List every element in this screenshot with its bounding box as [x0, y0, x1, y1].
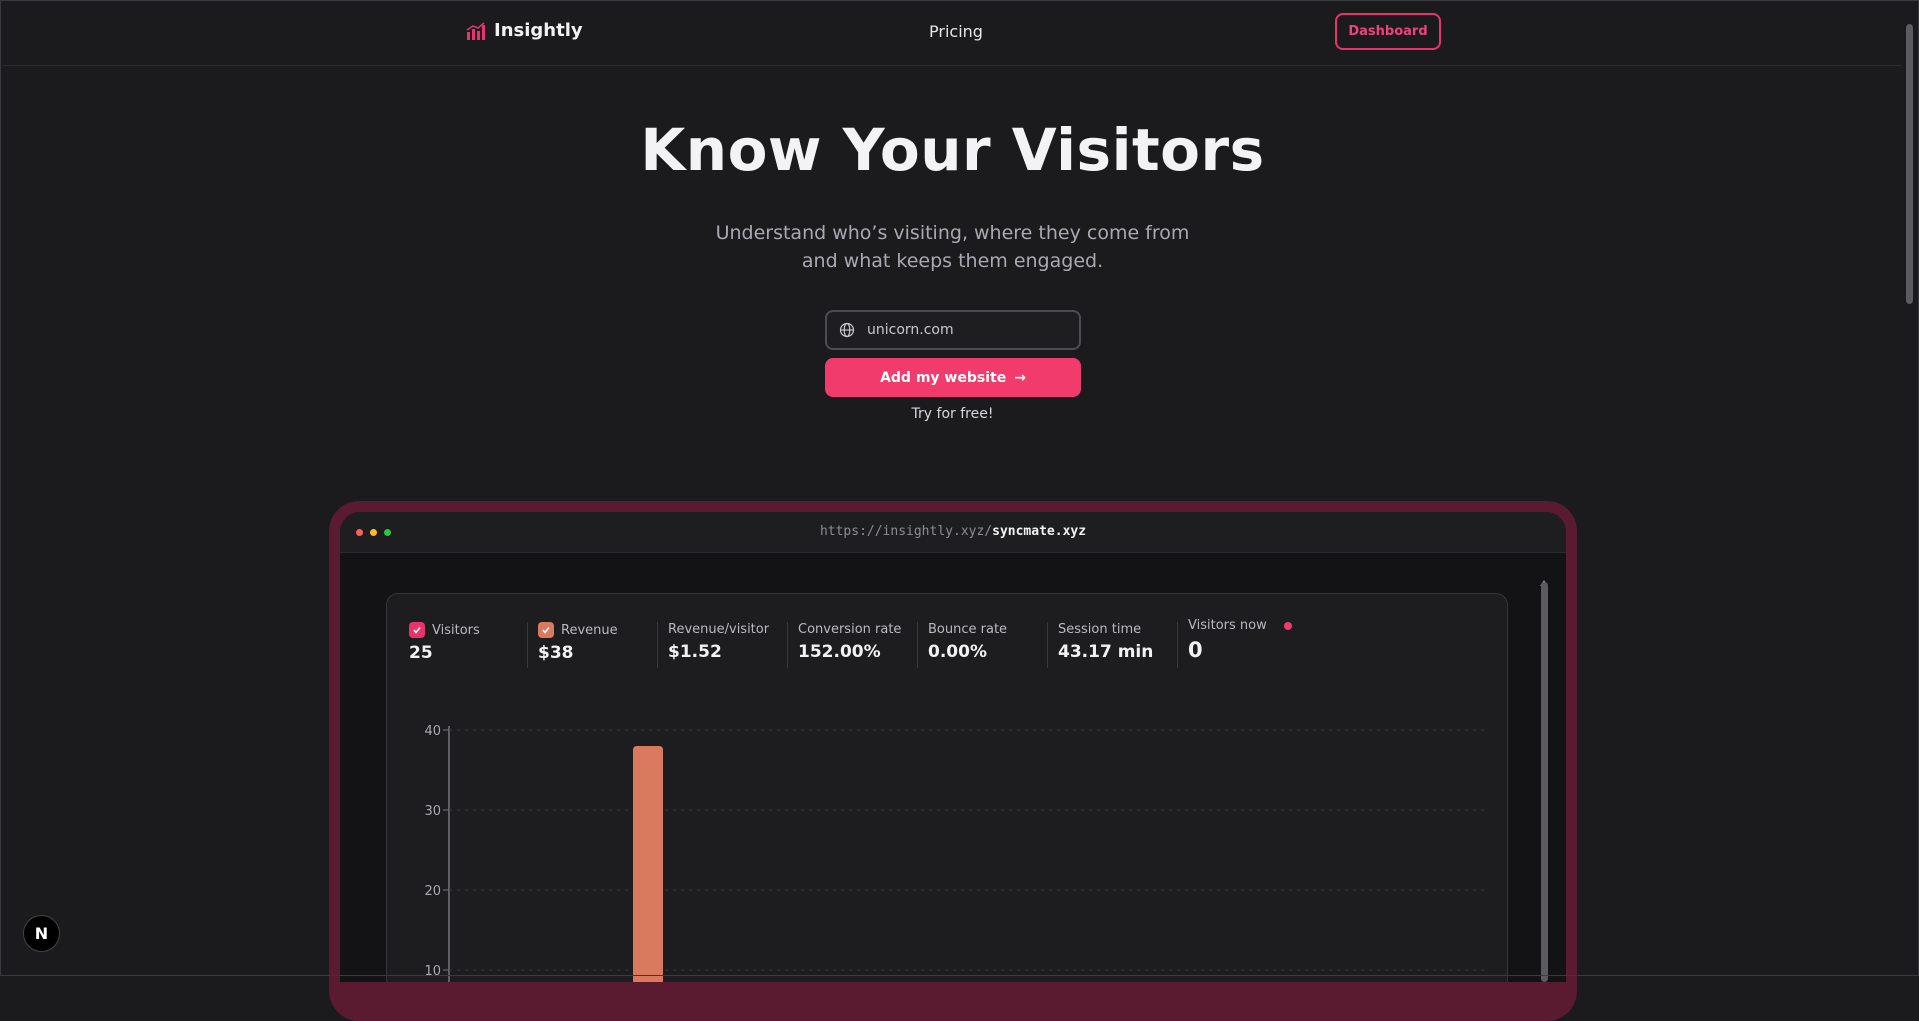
- stat-label: Revenue/visitor: [668, 622, 770, 637]
- divider: [917, 622, 918, 668]
- hero-subtitle-line1: Understand who’s visiting, where they co…: [715, 222, 1190, 244]
- page-title: Know Your Visitors: [640, 116, 1265, 184]
- add-website-button[interactable]: Add my website →: [825, 358, 1081, 397]
- visitors-revenue-chart: 40 30 20 10: [424, 724, 1485, 982]
- stat-revenue-per-visitor: Revenue/visitor $1.52: [668, 622, 769, 662]
- url-site: syncmate.xyz: [992, 524, 1087, 539]
- stat-value: $1.52: [668, 642, 722, 662]
- stat-value: 43.17 min: [1058, 642, 1154, 662]
- page-scroll-thumb[interactable]: [1906, 24, 1913, 304]
- add-website-label: Add my website: [880, 369, 1007, 386]
- website-input[interactable]: [865, 321, 1069, 339]
- y-tick-label: 40: [424, 724, 441, 739]
- dashboard-button[interactable]: Dashboard: [1335, 13, 1441, 50]
- stat-value: 25: [409, 643, 433, 663]
- browser-preview: https://insightly.xyz/syncmate.xyz Visit…: [340, 512, 1566, 982]
- analytics-card: Visitors 25 Revenue $38 Revenue/visitor …: [386, 593, 1508, 982]
- website-input-wrapper[interactable]: [825, 310, 1081, 350]
- top-nav: Insightly Pricing Dashboard: [3, 0, 1901, 66]
- brand-name: Insightly: [494, 20, 583, 41]
- divider: [527, 622, 528, 668]
- arrow-right-icon: →: [1014, 369, 1026, 386]
- stat-value: 0.00%: [928, 642, 987, 662]
- globe-icon: [839, 322, 855, 338]
- brand[interactable]: Insightly: [466, 20, 583, 41]
- stat-visitors[interactable]: Visitors 25: [409, 622, 480, 663]
- next-dev-badge[interactable]: N: [23, 915, 60, 952]
- live-indicator-icon: [1283, 621, 1292, 630]
- divider: [1177, 622, 1178, 668]
- stat-value: 152.00%: [798, 642, 881, 662]
- y-tick-label: 20: [424, 884, 441, 899]
- stat-label: Bounce rate: [928, 622, 1008, 637]
- divider: [1047, 622, 1048, 668]
- divider: [657, 622, 658, 668]
- stat-value: 0: [1188, 638, 1203, 662]
- stat-label: Visitors now: [1188, 618, 1267, 633]
- stat-session-time: Session time 43.17 min: [1058, 622, 1153, 662]
- checkbox-icon[interactable]: [409, 622, 425, 638]
- url-prefix: https://insightly.xyz/: [819, 524, 993, 539]
- stat-label: Visitors: [432, 622, 480, 638]
- stat-label: Revenue: [561, 622, 618, 638]
- stat-value: $38: [538, 643, 574, 663]
- stat-label: Conversion rate: [798, 622, 902, 637]
- revenue-bar[interactable]: [633, 746, 663, 982]
- y-tick-label: 10: [424, 964, 441, 979]
- preview-scroll-thumb[interactable]: [1541, 582, 1548, 982]
- browser-bar: https://insightly.xyz/syncmate.xyz: [340, 512, 1566, 553]
- hero-subtitle-line2: and what keeps them engaged.: [801, 250, 1104, 272]
- y-tick-label: 30: [424, 804, 441, 819]
- try-free-note: Try for free!: [911, 406, 994, 422]
- stat-conversion-rate: Conversion rate 152.00%: [798, 622, 901, 662]
- stat-visitors-now: Visitors now 0: [1188, 618, 1292, 662]
- hero-subtitle: Understand who’s visiting, where they co…: [0, 219, 1905, 275]
- bar-chart-icon: [466, 21, 485, 40]
- address-bar: https://insightly.xyz/syncmate.xyz: [340, 524, 1566, 539]
- pricing-link[interactable]: Pricing: [929, 22, 983, 41]
- stat-bounce-rate: Bounce rate 0.00%: [928, 622, 1007, 662]
- divider: [787, 622, 788, 668]
- checkbox-icon[interactable]: [538, 622, 554, 638]
- stat-label: Session time: [1058, 622, 1142, 637]
- stat-revenue[interactable]: Revenue $38: [538, 622, 618, 663]
